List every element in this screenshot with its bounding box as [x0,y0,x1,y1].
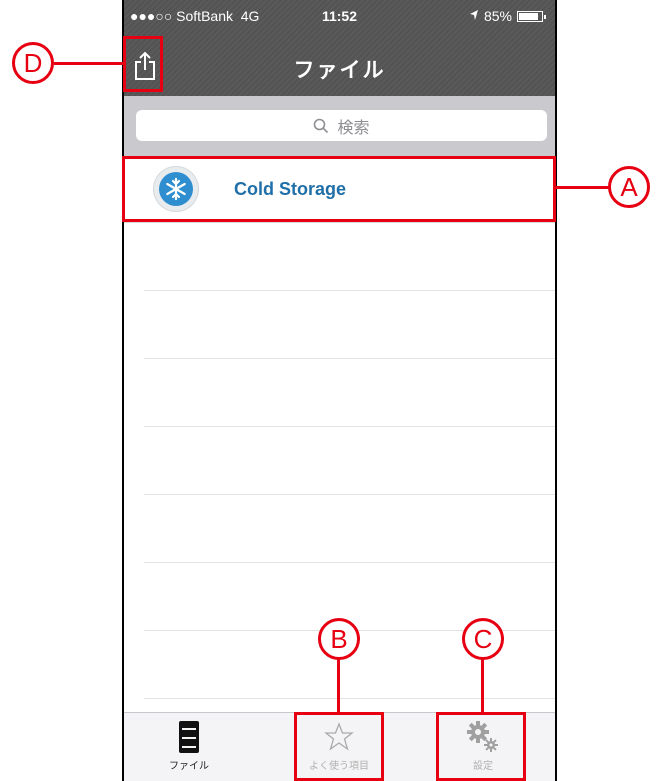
callout-line-d [54,62,124,65]
callout-highlight-c [436,712,526,781]
callout-b: B [318,618,360,660]
search-icon [314,118,329,133]
status-bar: ●●●○○ SoftBank 4G 11:52 85% [124,8,555,30]
list-separator [144,698,555,699]
page-title: ファイル [293,58,386,82]
battery-percent: 85% [483,8,512,24]
status-right: 85% [469,8,546,24]
callout-c: C [462,618,504,660]
search-bar: 検索 [124,96,555,156]
list-separator [144,494,555,495]
tab-label: ファイル [169,761,209,772]
search-input[interactable]: 検索 [136,110,547,141]
callout-highlight-d [123,36,163,92]
callout-line-a [556,186,610,189]
callout-a: A [608,166,650,208]
callout-line-b [337,658,340,713]
navigation-bar: ●●●○○ SoftBank 4G 11:52 85% ファイル [124,0,555,96]
file-cabinet-icon [178,719,200,755]
tab-files[interactable]: ファイル [144,713,234,781]
callout-d: D [12,42,54,84]
callout-highlight-a [122,156,556,222]
search-placeholder: 検索 [337,117,370,137]
list-separator [144,562,555,563]
list-separator [144,290,555,291]
callout-line-c [481,658,484,713]
battery-icon [517,10,546,22]
list-separator [144,358,555,359]
list-separator [144,426,555,427]
callout-highlight-b [294,712,384,781]
location-arrow-icon [469,8,479,24]
